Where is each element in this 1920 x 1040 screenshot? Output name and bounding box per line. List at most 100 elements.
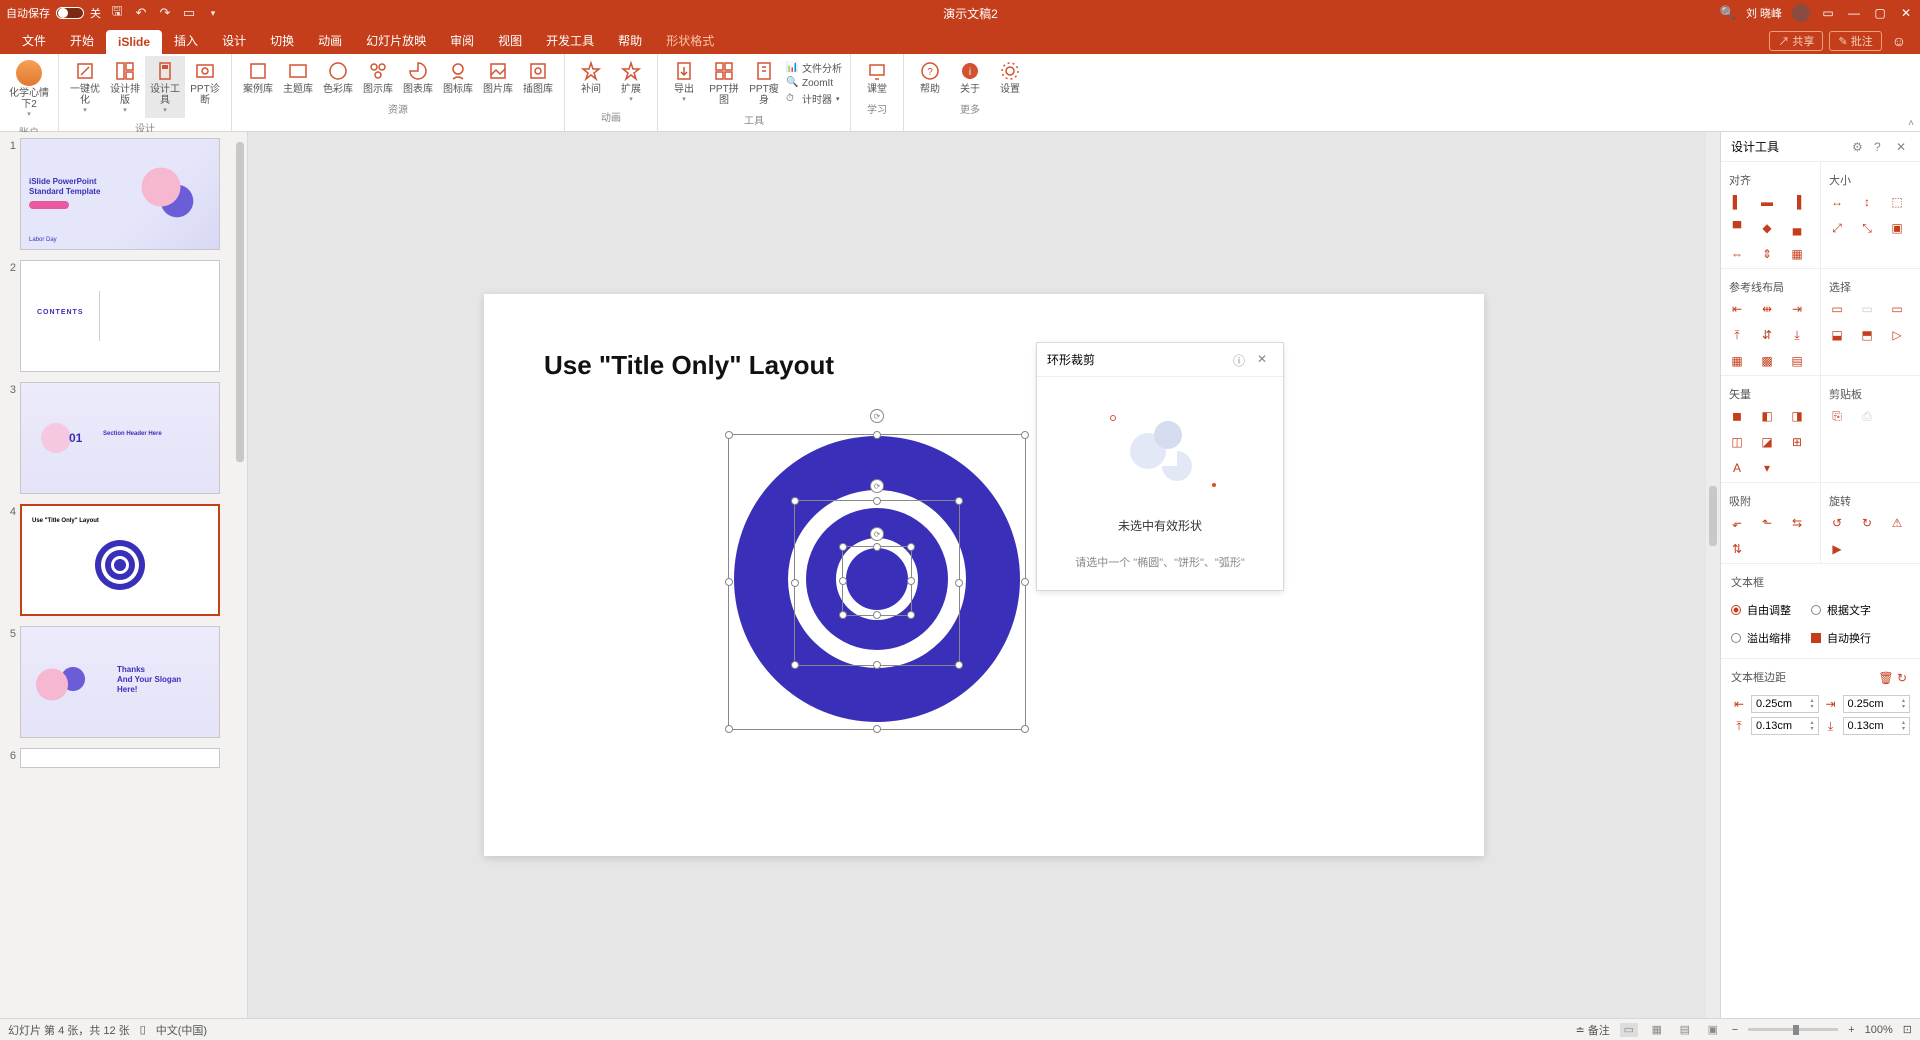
copy-icon[interactable]: ⎘ bbox=[1829, 408, 1845, 424]
delete-icon[interactable]: 🗑 bbox=[1878, 670, 1894, 686]
ppt-slim-button[interactable]: PPT瘦身 bbox=[744, 56, 784, 110]
grow-icon[interactable]: ⤢ bbox=[1829, 220, 1845, 236]
chart-lib-button[interactable]: 图示库 bbox=[358, 56, 398, 99]
tab-transition[interactable]: 切换 bbox=[258, 27, 306, 54]
qat-more-icon[interactable]: ▾ bbox=[205, 5, 221, 21]
language[interactable]: 中文(中国) bbox=[156, 1022, 207, 1038]
margin-left-input[interactable]: 0.25cm▴▾ bbox=[1751, 695, 1819, 713]
notes-button[interactable]: ≐ 备注 bbox=[1575, 1022, 1609, 1038]
zoom-level[interactable]: 100% bbox=[1865, 1024, 1893, 1036]
user-name[interactable]: 刘 晓峰 bbox=[1746, 5, 1782, 21]
reading-view-icon[interactable]: ▤ bbox=[1676, 1023, 1694, 1037]
align-center-h-icon[interactable]: ▬ bbox=[1759, 194, 1775, 210]
supplement-button[interactable]: 补间 bbox=[571, 56, 611, 107]
table-lib-button[interactable]: 图表库 bbox=[398, 56, 438, 99]
align-right-icon[interactable]: ▐ bbox=[1789, 194, 1805, 210]
paste-icon[interactable]: ⎙ bbox=[1859, 408, 1875, 424]
slide-thumbnails[interactable]: 1 iSlide PowerPoint Standard Template La… bbox=[0, 132, 248, 1018]
tab-dev[interactable]: 开发工具 bbox=[534, 27, 606, 54]
guide-center-icon[interactable]: ⇹ bbox=[1759, 301, 1775, 317]
edit-points-icon[interactable]: ⊞ bbox=[1789, 434, 1805, 450]
normal-view-icon[interactable]: ▭ bbox=[1620, 1023, 1638, 1037]
rotate-cw-icon[interactable]: ↻ bbox=[1859, 515, 1875, 531]
accessibility-icon[interactable]: ▯ bbox=[140, 1023, 146, 1036]
selection-inner[interactable]: ⟳ bbox=[842, 546, 912, 616]
extend-button[interactable]: 扩展▾ bbox=[611, 56, 651, 107]
shrink-icon[interactable]: ⤡ bbox=[1859, 220, 1875, 236]
tab-file[interactable]: 文件 bbox=[10, 27, 58, 54]
radio-auto-resize[interactable]: 自由调整 bbox=[1731, 602, 1791, 618]
radio-by-text[interactable]: 根据文字 bbox=[1811, 602, 1871, 618]
canvas-scrollbar[interactable] bbox=[1706, 132, 1720, 1018]
thumbnail-1[interactable]: iSlide PowerPoint Standard Template Labo… bbox=[20, 138, 220, 250]
illus-lib-button[interactable]: 插图库 bbox=[518, 56, 558, 99]
fragment-icon[interactable]: ◪ bbox=[1759, 434, 1775, 450]
same-size-icon[interactable]: ⬚ bbox=[1889, 194, 1905, 210]
flip-h-icon[interactable]: ⚠ bbox=[1889, 515, 1905, 531]
zoom-out-icon[interactable]: − bbox=[1732, 1024, 1738, 1036]
tab-review[interactable]: 审阅 bbox=[438, 27, 486, 54]
export-button[interactable]: 导出▾ bbox=[664, 56, 704, 110]
maximize-icon[interactable]: ▢ bbox=[1872, 5, 1888, 21]
margin-right-input[interactable]: 0.25cm▴▾ bbox=[1843, 695, 1911, 713]
redo-icon[interactable]: ↷ bbox=[157, 5, 173, 21]
case-lib-button[interactable]: 案例库 bbox=[238, 56, 278, 99]
snap-v-icon[interactable]: ⇅ bbox=[1729, 541, 1745, 557]
undo-icon[interactable]: ↶ bbox=[133, 5, 149, 21]
sorter-view-icon[interactable]: ▦ bbox=[1648, 1023, 1666, 1037]
about-button[interactable]: i关于 bbox=[950, 56, 990, 99]
design-tools-button[interactable]: 设计工具▾ bbox=[145, 56, 185, 118]
flip-v-icon[interactable]: ▶ bbox=[1829, 541, 1845, 557]
margin-bottom-input[interactable]: 0.13cm▴▾ bbox=[1843, 717, 1911, 735]
align-middle-icon[interactable]: ◆ bbox=[1759, 220, 1775, 236]
thumbnail-4[interactable]: Use "Title Only" Layout bbox=[20, 504, 220, 616]
select-all-icon[interactable]: ▭ bbox=[1829, 301, 1845, 317]
dist-v-icon[interactable]: ⇕ bbox=[1759, 246, 1775, 262]
guide-grid2-icon[interactable]: ▩ bbox=[1759, 353, 1775, 369]
thumbnail-3[interactable]: 01 Section Header Here bbox=[20, 382, 220, 494]
layout-button[interactable]: 设计排版▾ bbox=[105, 56, 145, 118]
class-button[interactable]: 课堂 bbox=[857, 56, 897, 99]
same-height-icon[interactable]: ↕ bbox=[1859, 194, 1875, 210]
intersect-icon[interactable]: ◨ bbox=[1789, 408, 1805, 424]
thumbs-scrollbar[interactable] bbox=[233, 132, 247, 1018]
theme-lib-button[interactable]: 主题库 bbox=[278, 56, 318, 99]
close-icon[interactable]: ✕ bbox=[1896, 140, 1910, 154]
help-button[interactable]: ?帮助 bbox=[910, 56, 950, 99]
fit-icon[interactable]: ▣ bbox=[1889, 220, 1905, 236]
select-type-icon[interactable]: ⬓ bbox=[1829, 327, 1845, 343]
guide-top-icon[interactable]: ⤒ bbox=[1729, 327, 1745, 343]
zoomit-button[interactable]: 🔍ZoomIt bbox=[786, 77, 842, 89]
file-analysis-button[interactable]: 📊文件分析 bbox=[786, 60, 842, 75]
start-show-icon[interactable]: ▭ bbox=[181, 5, 197, 21]
tab-slideshow[interactable]: 幻灯片放映 bbox=[354, 27, 438, 54]
zoom-in-icon[interactable]: + bbox=[1848, 1024, 1854, 1036]
tab-islide[interactable]: iSlide bbox=[106, 30, 162, 54]
feedback-icon[interactable]: ☺ bbox=[1888, 33, 1910, 49]
check-autowrap[interactable]: 自动换行 bbox=[1811, 630, 1871, 646]
save-icon[interactable]: 🖫 bbox=[109, 5, 125, 21]
select-lock-icon[interactable]: ⬒ bbox=[1859, 327, 1875, 343]
collapse-ribbon-icon[interactable]: ˄ bbox=[1908, 118, 1914, 129]
help-icon[interactable]: ⓘ bbox=[1233, 352, 1249, 368]
settings-button[interactable]: 设置 bbox=[990, 56, 1030, 99]
radio-overflow[interactable]: 溢出缩排 bbox=[1731, 630, 1791, 646]
close-icon[interactable]: ✕ bbox=[1257, 352, 1273, 368]
same-width-icon[interactable]: ↔ bbox=[1829, 194, 1845, 210]
color-lib-button[interactable]: 色彩库 bbox=[318, 56, 358, 99]
union-icon[interactable]: ◼ bbox=[1729, 408, 1745, 424]
avatar[interactable] bbox=[1792, 4, 1810, 22]
ppt-diag-button[interactable]: PPT诊断 bbox=[185, 56, 225, 118]
share-button[interactable]: ↗ 共享 bbox=[1769, 31, 1823, 51]
optimize-button[interactable]: 一键优化▾ bbox=[65, 56, 105, 118]
thumbnail-2[interactable]: CONTENTS bbox=[20, 260, 220, 372]
thumbnail-6[interactable] bbox=[20, 748, 220, 768]
slideshow-view-icon[interactable]: ▣ bbox=[1704, 1023, 1722, 1037]
tab-animation[interactable]: 动画 bbox=[306, 27, 354, 54]
help-icon[interactable]: ? bbox=[1874, 140, 1888, 154]
account-mood-button[interactable]: 化学心情下2 ▾ bbox=[6, 56, 52, 122]
rotate-handle-icon[interactable]: ⟳ bbox=[870, 479, 884, 493]
tab-view[interactable]: 视图 bbox=[486, 27, 534, 54]
comment-button[interactable]: ✎ 批注 bbox=[1829, 31, 1881, 51]
snap-h-icon[interactable]: ⇆ bbox=[1789, 515, 1805, 531]
